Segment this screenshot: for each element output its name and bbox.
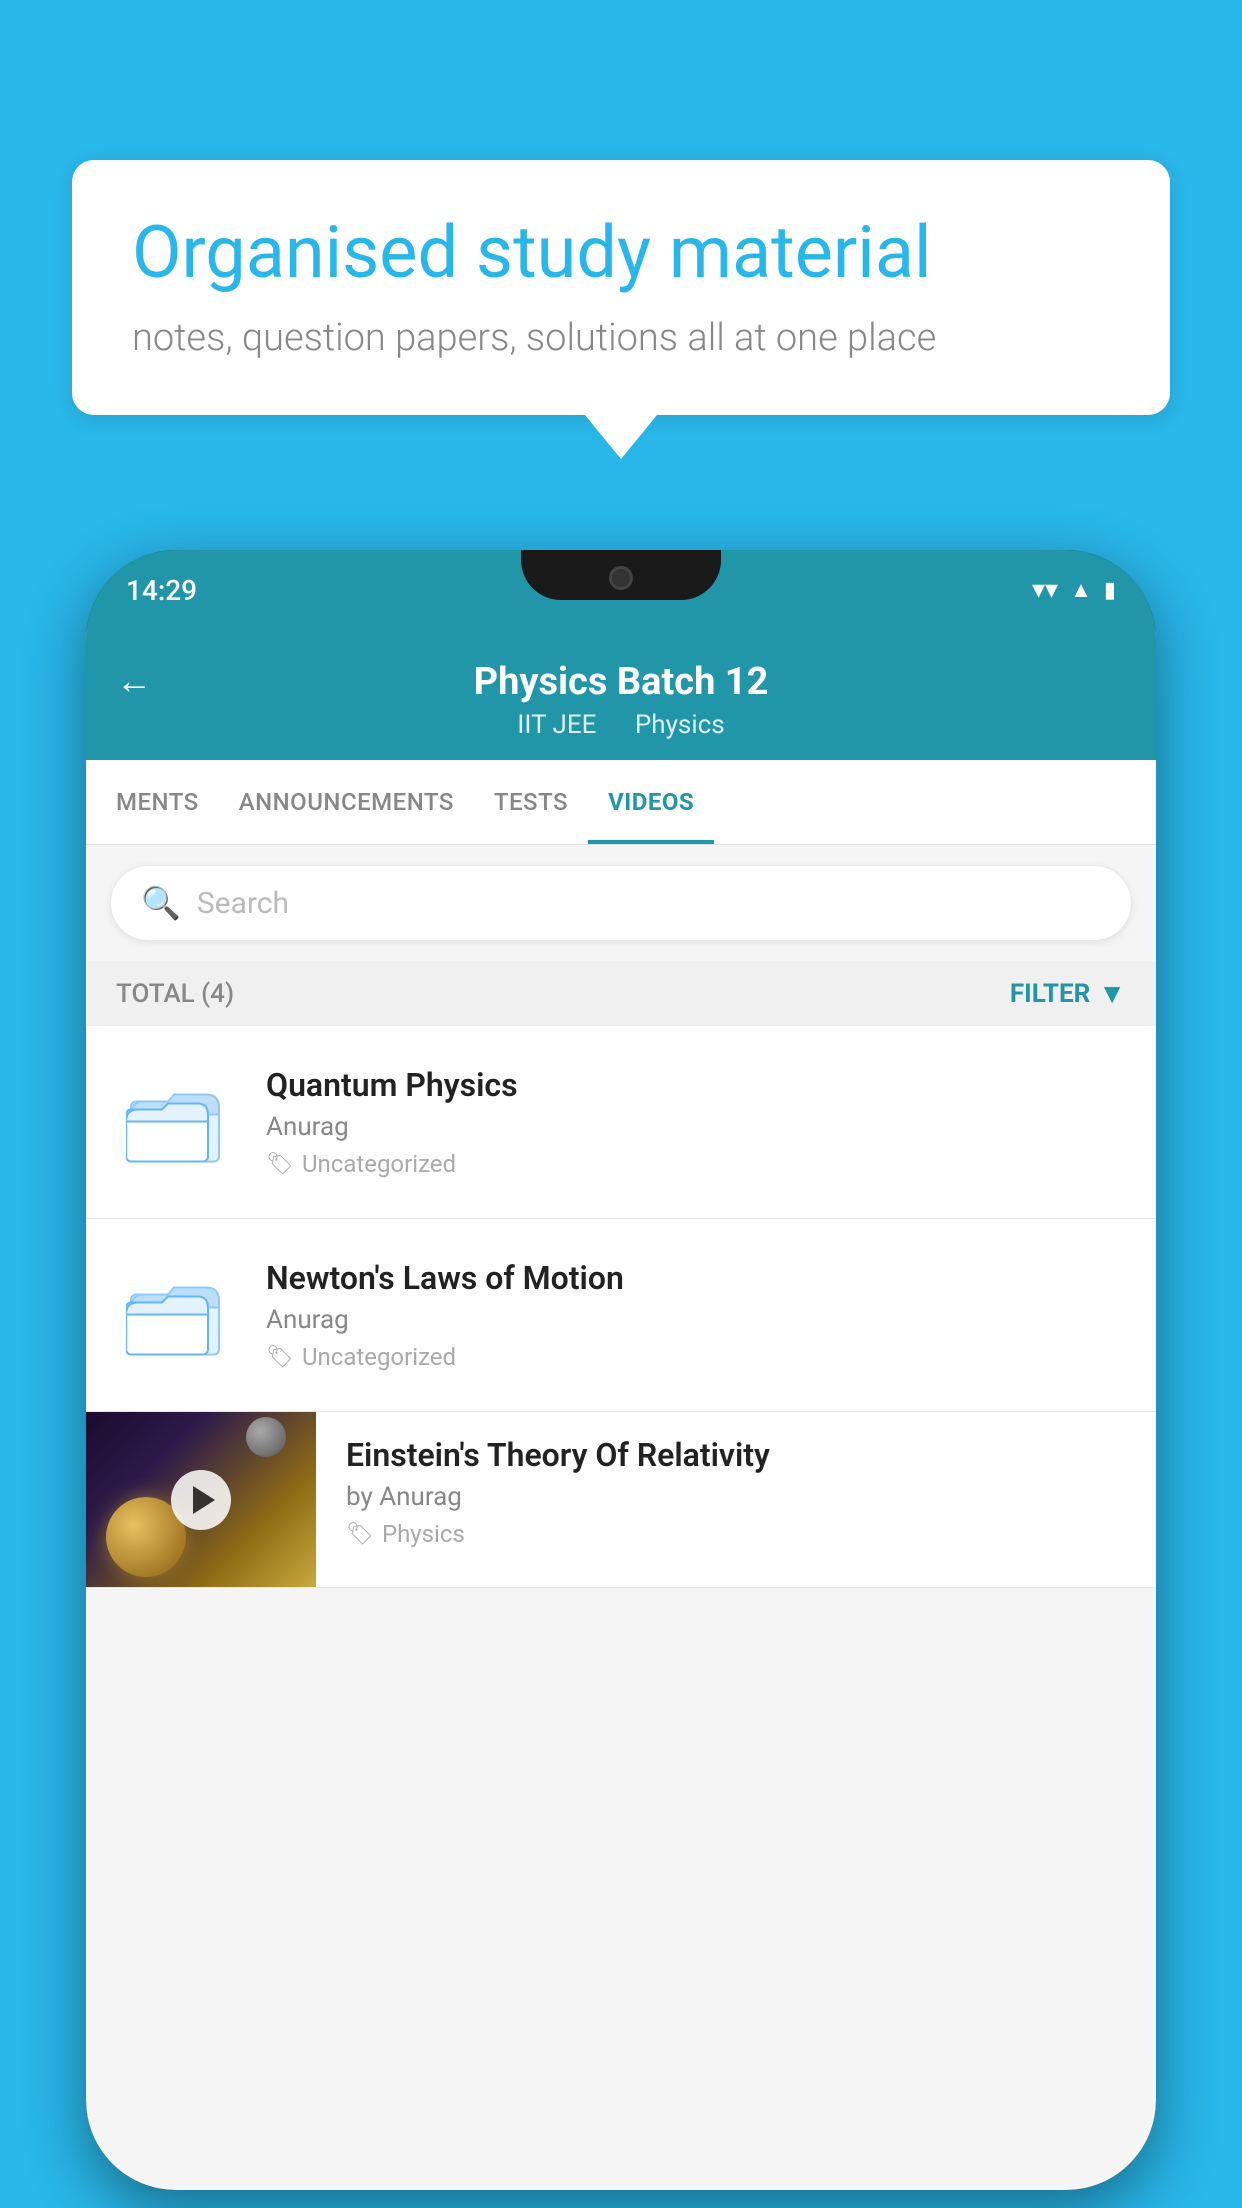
search-bar[interactable]: 🔍 Search [110,865,1132,941]
tab-ments[interactable]: MENTS [96,760,219,844]
video-tag-2: 🏷 Physics [346,1520,1126,1548]
video-title-2: Einstein's Theory Of Relativity [346,1436,1126,1474]
play-triangle-icon [193,1486,215,1514]
app-subtitle: IIT JEE Physics [126,710,1116,740]
signal-icon: ▲ [1070,577,1092,603]
planet-decoration-2 [246,1417,286,1457]
play-button-2[interactable] [171,1470,231,1530]
tab-announcements[interactable]: ANNOUNCEMENTS [219,760,474,844]
video-tag-text-2: Physics [382,1520,465,1548]
total-count-label: TOTAL (4) [116,979,234,1009]
video-list: Quantum Physics Anurag 🏷 Uncategorized [86,1026,1156,1588]
tag-icon-0: 🏷 [266,1152,294,1177]
video-author-0: Anurag [266,1112,1126,1142]
phone-frame: 14:29 ▾▾ ▲ ▮ ← Physics Batch 12 IIT JEE … [86,550,1156,2190]
back-button[interactable]: ← [116,660,152,702]
video-author-2: by Anurag [346,1482,1126,1512]
video-item-0[interactable]: Quantum Physics Anurag 🏷 Uncategorized [86,1026,1156,1219]
video-thumbnail-0 [116,1062,236,1182]
video-info-2: Einstein's Theory Of Relativity by Anura… [316,1412,1156,1572]
status-icons: ▾▾ ▲ ▮ [1032,575,1116,605]
video-author-1: Anurag [266,1305,1126,1335]
speech-bubble: Organised study material notes, question… [72,160,1170,415]
video-info-1: Newton's Laws of Motion Anurag 🏷 Uncateg… [266,1259,1126,1371]
status-time: 14:29 [126,574,197,607]
speech-bubble-title: Organised study material [132,210,1110,296]
video-title-0: Quantum Physics [266,1066,1126,1104]
search-placeholder-text: Search [197,886,289,921]
video-item-2[interactable]: Einstein's Theory Of Relativity by Anura… [86,1412,1156,1588]
video-tag-text-0: Uncategorized [302,1150,456,1178]
video-title-1: Newton's Laws of Motion [266,1259,1126,1297]
video-item-1[interactable]: Newton's Laws of Motion Anurag 🏷 Uncateg… [86,1219,1156,1412]
folder-icon-1 [126,1270,226,1360]
video-tag-0: 🏷 Uncategorized [266,1150,1126,1178]
battery-icon: ▮ [1104,578,1116,603]
filter-icon: ▼ [1098,977,1126,1010]
subtitle-iitjee: IIT JEE [517,710,596,740]
folder-icon-0 [126,1077,226,1167]
phone-notch [521,550,721,600]
video-info-0: Quantum Physics Anurag 🏷 Uncategorized [266,1066,1126,1178]
filter-button[interactable]: FILTER ▼ [1010,977,1126,1010]
subtitle-physics: Physics [635,710,725,740]
wifi-icon: ▾▾ [1032,575,1058,605]
video-tag-text-1: Uncategorized [302,1343,456,1371]
tab-videos[interactable]: VIDEOS [588,760,714,844]
speech-bubble-subtitle: notes, question papers, solutions all at… [132,316,1110,360]
filter-label: FILTER [1010,979,1090,1009]
tab-tests[interactable]: TESTS [474,760,588,844]
search-icon: 🔍 [141,884,181,922]
phone-screen: ← Physics Batch 12 IIT JEE Physics MENTS… [86,630,1156,2190]
video-thumbnail-1 [116,1255,236,1375]
tag-icon-2: 🏷 [346,1522,374,1547]
app-header: ← Physics Batch 12 IIT JEE Physics [86,630,1156,760]
video-thumbnail-image-2 [86,1412,316,1587]
phone-camera [609,566,633,590]
video-tag-1: 🏷 Uncategorized [266,1343,1126,1371]
tabs-bar: MENTS ANNOUNCEMENTS TESTS VIDEOS [86,760,1156,845]
tag-icon-1: 🏷 [266,1345,294,1370]
app-title: Physics Batch 12 [126,660,1116,704]
filter-bar: TOTAL (4) FILTER ▼ [86,961,1156,1026]
